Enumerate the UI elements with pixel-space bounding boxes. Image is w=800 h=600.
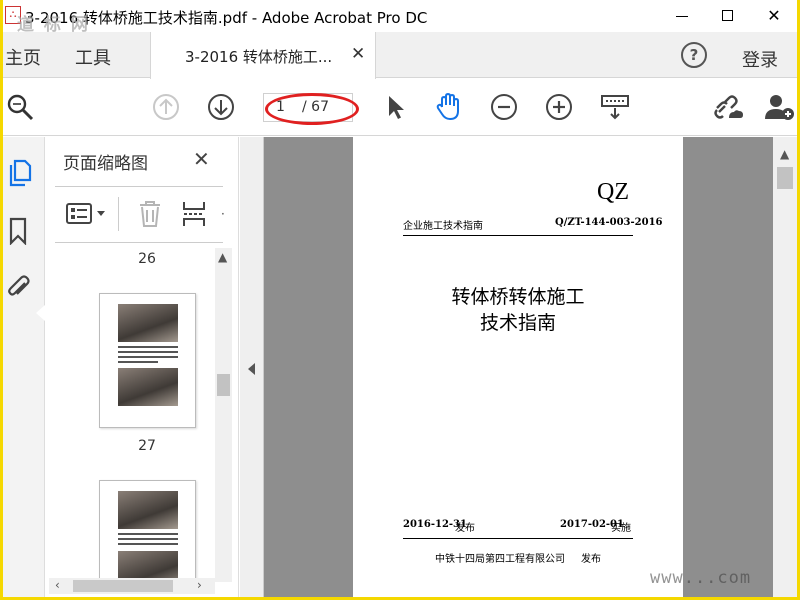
pdf-page: QZ 企业施工技术指南 Q/ZT-144-003-2016 转体桥转体施工 技术… bbox=[353, 137, 683, 597]
header-category: 企业施工技术指南 bbox=[403, 221, 483, 232]
tab-tools[interactable]: 工具 bbox=[75, 44, 111, 70]
thumbnail-text-line bbox=[118, 361, 158, 363]
zoom-out-icon[interactable] bbox=[489, 92, 519, 122]
title-bar: ⛬ 3-2016 转体桥施工技术指南.pdf - Adobe Acrobat P… bbox=[3, 0, 797, 32]
thumbnail-photo bbox=[118, 368, 178, 406]
panel-toolbar: · bbox=[45, 187, 239, 242]
thumbnail-page-28[interactable] bbox=[99, 480, 196, 583]
thumbnail-text-line bbox=[118, 543, 178, 545]
delete-page-icon[interactable] bbox=[137, 199, 163, 229]
thumbnail-photo bbox=[118, 304, 178, 342]
hand-tool-icon[interactable] bbox=[433, 92, 463, 122]
zoom-in-icon[interactable] bbox=[544, 92, 574, 122]
header-standard-number: Q/ZT-144-003-2016 bbox=[555, 217, 663, 228]
page-display-icon[interactable] bbox=[599, 92, 633, 122]
document-vertical-scrollbar[interactable]: ▲ bbox=[773, 137, 797, 597]
scroll-left-arrow-icon[interactable]: ‹ bbox=[55, 578, 60, 592]
bookmark-icon[interactable] bbox=[7, 217, 29, 245]
tab-home[interactable]: 主页 bbox=[5, 44, 41, 70]
panel-close-icon[interactable]: ✕ bbox=[193, 147, 210, 171]
thumbnail-text-line bbox=[118, 351, 178, 353]
toolbar-divider bbox=[118, 197, 119, 231]
watermark-bottom-right: www...com bbox=[650, 568, 752, 588]
previous-page-icon[interactable] bbox=[151, 92, 181, 122]
search-zoom-icon[interactable] bbox=[5, 92, 35, 122]
share-link-icon[interactable] bbox=[711, 92, 745, 122]
watermark-top-left: 道 标 网 bbox=[17, 15, 90, 35]
document-tab-close-icon[interactable]: ✕ bbox=[351, 44, 365, 64]
maximize-icon bbox=[722, 10, 733, 21]
main-toolbar: 1 / 67 bbox=[3, 79, 797, 136]
left-tool-rail bbox=[3, 137, 45, 597]
tab-bar: 主页 工具 3-2016 转体桥施工... ✕ ? 登录 bbox=[3, 32, 797, 79]
standard-code: QZ bbox=[597, 179, 629, 205]
collapse-panel-icon[interactable] bbox=[248, 363, 255, 375]
help-icon[interactable]: ? bbox=[681, 42, 707, 68]
publisher-name: 中铁十四局第四工程有限公司 bbox=[435, 554, 565, 565]
issue-label: 发布 bbox=[455, 523, 475, 534]
rail-selection-notch bbox=[36, 305, 45, 321]
effective-label: 实施 bbox=[611, 523, 631, 534]
document-title-line1: 转体桥转体施工 bbox=[451, 286, 585, 308]
attachment-icon[interactable] bbox=[6, 273, 32, 301]
document-view: QZ 企业施工技术指南 Q/ZT-144-003-2016 转体桥转体施工 技术… bbox=[240, 137, 797, 597]
scroll-up-arrow-icon[interactable]: ▲ bbox=[218, 250, 227, 264]
thumbnail-options-icon[interactable] bbox=[65, 201, 111, 227]
panel-collapse-strip[interactable] bbox=[240, 137, 264, 597]
panel-title: 页面缩略图 bbox=[63, 154, 148, 174]
scroll-right-arrow-icon[interactable]: › bbox=[197, 578, 202, 592]
thumbnail-photo bbox=[118, 491, 178, 529]
scrollbar-thumb[interactable] bbox=[217, 374, 230, 396]
add-user-icon[interactable] bbox=[763, 92, 797, 122]
acrobat-window: ⛬ 3-2016 转体桥施工技术指南.pdf - Adobe Acrobat P… bbox=[3, 0, 797, 597]
thumbnail-page-label: 26 bbox=[138, 251, 156, 267]
thumbnail-page-label: 27 bbox=[138, 438, 156, 454]
thumbnail-page-27[interactable] bbox=[99, 293, 196, 428]
minimize-button[interactable] bbox=[659, 0, 705, 32]
header-rule bbox=[403, 235, 633, 236]
document-tab-label: 3-2016 转体桥施工... bbox=[185, 48, 333, 66]
more-tools-dot-icon[interactable]: · bbox=[221, 207, 225, 221]
insert-page-icon[interactable] bbox=[181, 199, 211, 229]
page-thumbnails-panel: 页面缩略图 ✕ · 26 27 ▲ ‹ › bbox=[45, 137, 239, 597]
thumbnail-list: 26 27 bbox=[45, 243, 215, 583]
select-pointer-icon[interactable] bbox=[381, 92, 411, 122]
thumbnail-text-line bbox=[118, 538, 178, 540]
thumbnail-text-line bbox=[118, 346, 178, 348]
thumbnail-text-line bbox=[118, 533, 178, 535]
next-page-icon[interactable] bbox=[206, 92, 236, 122]
scroll-up-arrow-icon[interactable]: ▲ bbox=[780, 147, 789, 161]
minimize-icon bbox=[676, 16, 688, 17]
document-title-line2: 技术指南 bbox=[479, 312, 556, 334]
page-number-highlight-oval bbox=[265, 93, 359, 125]
thumbnail-vertical-scrollbar[interactable]: ▲ bbox=[215, 248, 232, 582]
scrollbar-thumb[interactable] bbox=[777, 167, 793, 189]
maximize-button[interactable] bbox=[705, 0, 751, 32]
footer-rule bbox=[403, 538, 633, 539]
thumbnail-text-line bbox=[118, 356, 178, 358]
page-thumbnails-icon[interactable] bbox=[7, 159, 33, 187]
close-window-button[interactable]: ✕ bbox=[751, 0, 797, 32]
publisher-label: 发布 bbox=[581, 554, 601, 565]
thumbnail-horizontal-scrollbar[interactable]: ‹ › bbox=[49, 578, 215, 594]
document-tab[interactable]: 3-2016 转体桥施工... ✕ bbox=[150, 32, 376, 79]
scrollbar-thumb[interactable] bbox=[73, 580, 173, 592]
login-button[interactable]: 登录 bbox=[742, 46, 778, 72]
